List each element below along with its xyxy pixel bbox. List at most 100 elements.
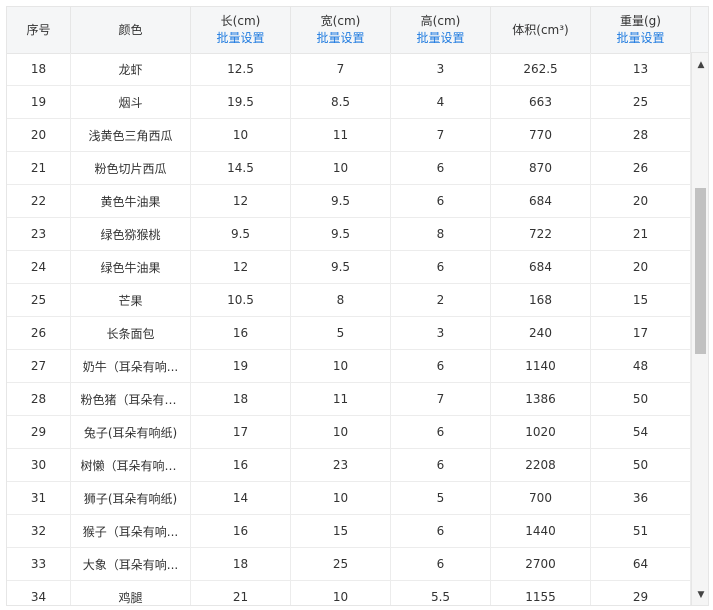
cell-length: 16 [191, 317, 291, 349]
table-row: 26 长条面包 16 5 3 240 17 [7, 317, 691, 350]
cell-height: 6 [391, 350, 491, 382]
cell-index: 34 [7, 581, 71, 605]
cell-weight: 13 [591, 53, 691, 85]
cell-volume: 262.5 [491, 53, 591, 85]
cell-index: 27 [7, 350, 71, 382]
cell-volume: 1386 [491, 383, 591, 415]
cell-height: 4 [391, 86, 491, 118]
cell-length: 12 [191, 251, 291, 283]
cell-height: 6 [391, 251, 491, 283]
cell-text: 9.5 [330, 227, 351, 241]
cell-text: 5 [336, 326, 345, 340]
header-title: 长(cm) [220, 14, 261, 28]
cell-text: 17 [632, 326, 649, 340]
cell-width: 8.5 [291, 86, 391, 118]
cell-text: 5 [436, 491, 445, 505]
cell-weight: 54 [591, 416, 691, 448]
cell-weight: 25 [591, 86, 691, 118]
header-height: 高(cm) 批量设置 [391, 7, 491, 53]
cell-text: 24 [30, 260, 47, 274]
cell-text: 猴子（耳朵有响... [82, 524, 179, 539]
cell-text: 19 [232, 359, 249, 373]
table-body: 18 龙虾 12.5 7 3 262.5 13 19 烟斗 19.5 8.5 4 663 25 20 浅黄色三… [7, 53, 691, 605]
cell-text: 9.5 [330, 194, 351, 208]
batch-set-width-link[interactable]: 批量设置 [316, 30, 364, 47]
cell-text: 绿色牛油果 [100, 260, 161, 275]
cell-text: 奶牛（耳朵有响... [82, 359, 179, 374]
cell-color: 黄色牛油果 [71, 185, 191, 217]
cell-index: 23 [7, 218, 71, 250]
cell-length: 16 [191, 515, 291, 547]
cell-text: 64 [632, 557, 649, 571]
cell-volume: 663 [491, 86, 591, 118]
cell-width: 10 [291, 482, 391, 514]
cell-width: 10 [291, 581, 391, 605]
scroll-down-icon[interactable]: ▼ [692, 587, 708, 603]
scrollbar-thumb[interactable] [695, 187, 706, 354]
cell-length: 12.5 [191, 53, 291, 85]
cell-text: 15 [332, 524, 349, 538]
cell-volume: 870 [491, 152, 591, 184]
cell-text: 长条面包 [106, 326, 155, 341]
cell-weight: 51 [591, 515, 691, 547]
cell-width: 8 [291, 284, 391, 316]
table-row: 25 芒果 10.5 8 2 168 15 [7, 284, 691, 317]
cell-color: 兔子(耳朵有响纸) [71, 416, 191, 448]
batch-set-weight-link[interactable]: 批量设置 [616, 30, 664, 47]
cell-text: 19.5 [227, 95, 254, 109]
header-scroll-gutter [691, 7, 708, 53]
cell-color: 龙虾 [71, 53, 191, 85]
cell-height: 6 [391, 185, 491, 217]
cell-weight: 36 [591, 482, 691, 514]
cell-text: 19 [30, 95, 47, 109]
cell-index: 29 [7, 416, 71, 448]
cell-text: 262.5 [523, 62, 558, 76]
header-title: 序号 [26, 22, 51, 37]
cell-text: 20 [632, 194, 649, 208]
header-title: 颜色 [118, 22, 143, 37]
cell-text: 26 [632, 161, 649, 175]
cell-length: 17 [191, 416, 291, 448]
cell-text: 4 [436, 95, 445, 109]
cell-length: 10.5 [191, 284, 291, 316]
cell-length: 18 [191, 383, 291, 415]
cell-height: 7 [391, 383, 491, 415]
cell-index: 31 [7, 482, 71, 514]
cell-text: 1386 [525, 392, 556, 406]
cell-weight: 26 [591, 152, 691, 184]
scroll-up-icon[interactable]: ▲ [692, 57, 708, 73]
cell-text: 7 [436, 128, 445, 142]
cell-text: 240 [529, 326, 552, 340]
cell-color: 烟斗 [71, 86, 191, 118]
cell-width: 9.5 [291, 218, 391, 250]
batch-set-length-link[interactable]: 批量设置 [216, 30, 264, 47]
header-volume: 体积(cm³) [491, 7, 591, 53]
cell-text: 17 [232, 425, 249, 439]
cell-text: 1020 [525, 425, 556, 439]
cell-length: 19 [191, 350, 291, 382]
cell-text: 7 [436, 392, 445, 406]
cell-text: 28 [30, 392, 47, 406]
cell-index: 33 [7, 548, 71, 580]
vertical-scrollbar[interactable]: ▲ ▼ [691, 53, 708, 605]
cell-text: 20 [30, 128, 47, 142]
cell-text: 12 [232, 194, 249, 208]
batch-set-height-link[interactable]: 批量设置 [416, 30, 464, 47]
cell-index: 18 [7, 53, 71, 85]
cell-color: 粉色猪（耳朵有响... [71, 383, 191, 415]
cell-text: 51 [632, 524, 649, 538]
cell-height: 7 [391, 119, 491, 151]
cell-text: 黄色牛油果 [100, 194, 161, 209]
cell-text: 31 [30, 491, 47, 505]
cell-text: 10 [332, 359, 349, 373]
cell-width: 9.5 [291, 251, 391, 283]
header-color: 颜色 [71, 7, 191, 53]
cell-width: 5 [291, 317, 391, 349]
table-row: 24 绿色牛油果 12 9.5 6 684 20 [7, 251, 691, 284]
cell-text: 14 [232, 491, 249, 505]
cell-text: 722 [529, 227, 552, 241]
cell-length: 19.5 [191, 86, 291, 118]
cell-text: 29 [30, 425, 47, 439]
table-row: 34 鸡腿 21 10 5.5 1155 29 [7, 581, 691, 605]
cell-text: 12 [232, 260, 249, 274]
